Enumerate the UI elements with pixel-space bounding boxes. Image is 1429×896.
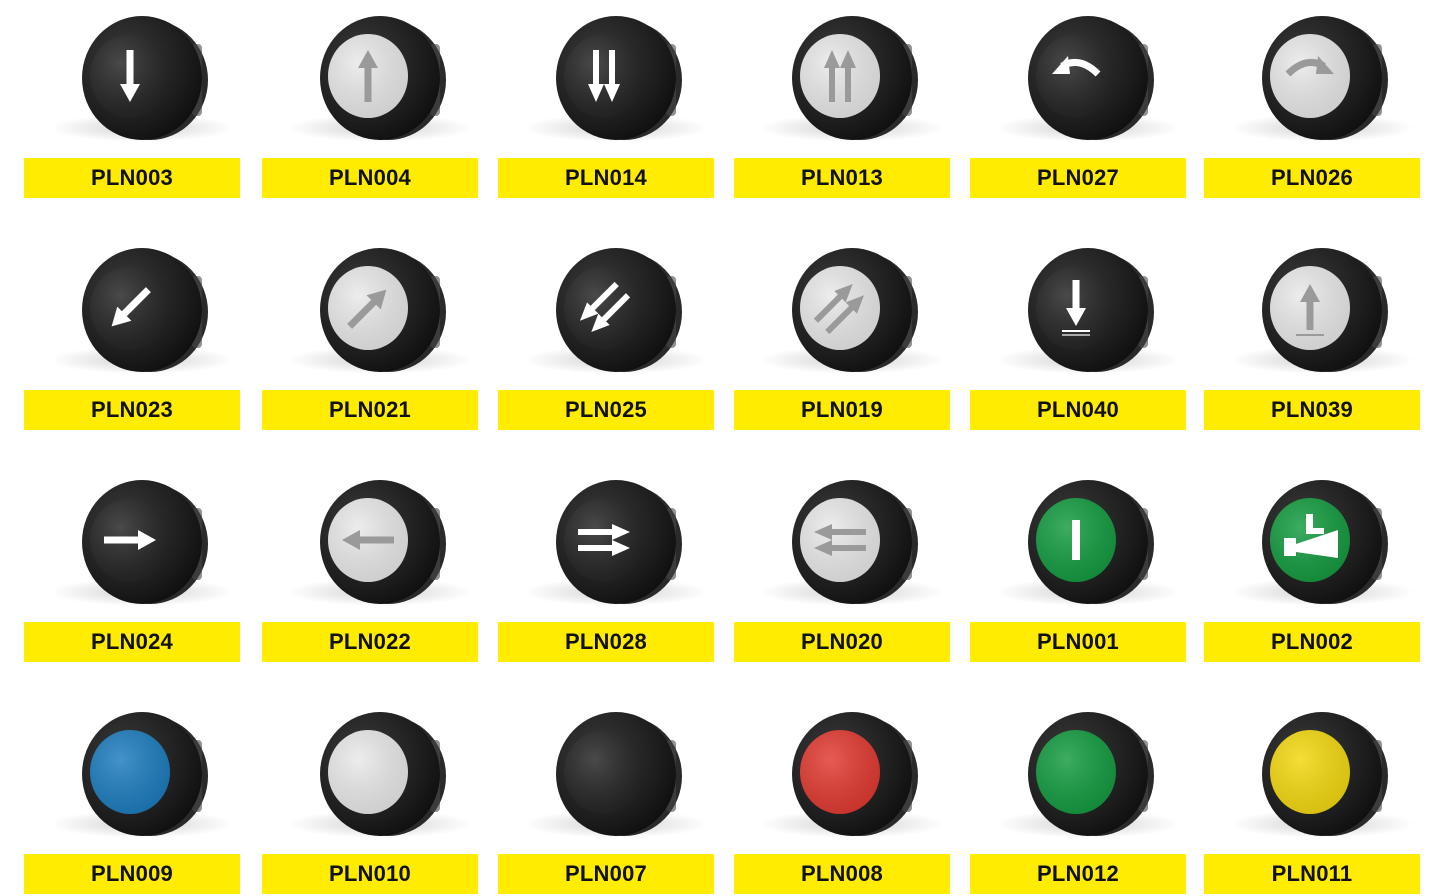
product-card[interactable]: PLN014 bbox=[498, 0, 714, 200]
product-card[interactable]: PLN021 bbox=[262, 232, 478, 432]
product-card[interactable]: PLN002 bbox=[1204, 464, 1420, 664]
product-card[interactable]: PLN027 bbox=[970, 0, 1186, 200]
product-card[interactable]: PLN009 bbox=[24, 696, 240, 896]
push-button-image bbox=[50, 248, 234, 374]
product-card[interactable]: PLN007 bbox=[498, 696, 714, 896]
push-button-image bbox=[288, 480, 472, 606]
product-code-label: PLN020 bbox=[734, 622, 950, 662]
push-button-image bbox=[760, 480, 944, 606]
push-button-image bbox=[996, 248, 1180, 374]
product-card[interactable]: PLN025 bbox=[498, 232, 714, 432]
push-button-image bbox=[996, 16, 1180, 142]
push-button-image bbox=[1230, 16, 1414, 142]
product-code-label: PLN024 bbox=[24, 622, 240, 662]
product-code-label: PLN004 bbox=[262, 158, 478, 198]
product-code-label: PLN014 bbox=[498, 158, 714, 198]
product-code-label: PLN022 bbox=[262, 622, 478, 662]
product-card[interactable]: PLN039 bbox=[1204, 232, 1420, 432]
product-code-label: PLN019 bbox=[734, 390, 950, 430]
product-code-label: PLN025 bbox=[498, 390, 714, 430]
push-button-image bbox=[288, 248, 472, 374]
product-code-label: PLN028 bbox=[498, 622, 714, 662]
product-code-label: PLN010 bbox=[262, 854, 478, 894]
product-code-label: PLN039 bbox=[1204, 390, 1420, 430]
product-card[interactable]: PLN001 bbox=[970, 464, 1186, 664]
push-button-image bbox=[524, 16, 708, 142]
product-card[interactable]: PLN040 bbox=[970, 232, 1186, 432]
product-code-label: PLN021 bbox=[262, 390, 478, 430]
product-card[interactable]: PLN026 bbox=[1204, 0, 1420, 200]
product-code-label: PLN002 bbox=[1204, 622, 1420, 662]
push-button-image bbox=[1230, 248, 1414, 374]
product-card[interactable]: PLN013 bbox=[734, 0, 950, 200]
product-card[interactable]: PLN019 bbox=[734, 232, 950, 432]
product-code-label: PLN003 bbox=[24, 158, 240, 198]
product-code-label: PLN023 bbox=[24, 390, 240, 430]
push-button-image bbox=[760, 16, 944, 142]
push-button-image bbox=[50, 712, 234, 838]
product-code-label: PLN001 bbox=[970, 622, 1186, 662]
product-card[interactable]: PLN004 bbox=[262, 0, 478, 200]
product-card[interactable]: PLN003 bbox=[24, 0, 240, 200]
product-code-label: PLN040 bbox=[970, 390, 1186, 430]
push-button-image bbox=[1230, 712, 1414, 838]
push-button-image bbox=[524, 248, 708, 374]
product-grid: PLN003 PLN004 PLN014 PLN013 PLN027 PLN02… bbox=[0, 0, 1429, 894]
push-button-image bbox=[288, 712, 472, 838]
product-code-label: PLN009 bbox=[24, 854, 240, 894]
product-code-label: PLN007 bbox=[498, 854, 714, 894]
product-code-label: PLN008 bbox=[734, 854, 950, 894]
push-button-image bbox=[524, 480, 708, 606]
product-card[interactable]: PLN012 bbox=[970, 696, 1186, 896]
push-button-image bbox=[50, 16, 234, 142]
product-code-label: PLN012 bbox=[970, 854, 1186, 894]
push-button-image bbox=[996, 480, 1180, 606]
power-on-icon bbox=[1072, 520, 1080, 560]
product-card[interactable]: PLN022 bbox=[262, 464, 478, 664]
push-button-image bbox=[1230, 480, 1414, 606]
push-button-image bbox=[760, 712, 944, 838]
product-card[interactable]: PLN020 bbox=[734, 464, 950, 664]
product-code-label: PLN026 bbox=[1204, 158, 1420, 198]
product-code-label: PLN013 bbox=[734, 158, 950, 198]
product-card[interactable]: PLN024 bbox=[24, 464, 240, 664]
product-card[interactable]: PLN011 bbox=[1204, 696, 1420, 896]
push-button-image bbox=[50, 480, 234, 606]
product-card[interactable]: PLN008 bbox=[734, 696, 950, 896]
product-code-label: PLN027 bbox=[970, 158, 1186, 198]
push-button-image bbox=[288, 16, 472, 142]
product-code-label: PLN011 bbox=[1204, 854, 1420, 894]
push-button-image bbox=[760, 248, 944, 374]
product-card[interactable]: PLN028 bbox=[498, 464, 714, 664]
product-card[interactable]: PLN023 bbox=[24, 232, 240, 432]
push-button-image bbox=[996, 712, 1180, 838]
push-button-image bbox=[524, 712, 708, 838]
product-card[interactable]: PLN010 bbox=[262, 696, 478, 896]
